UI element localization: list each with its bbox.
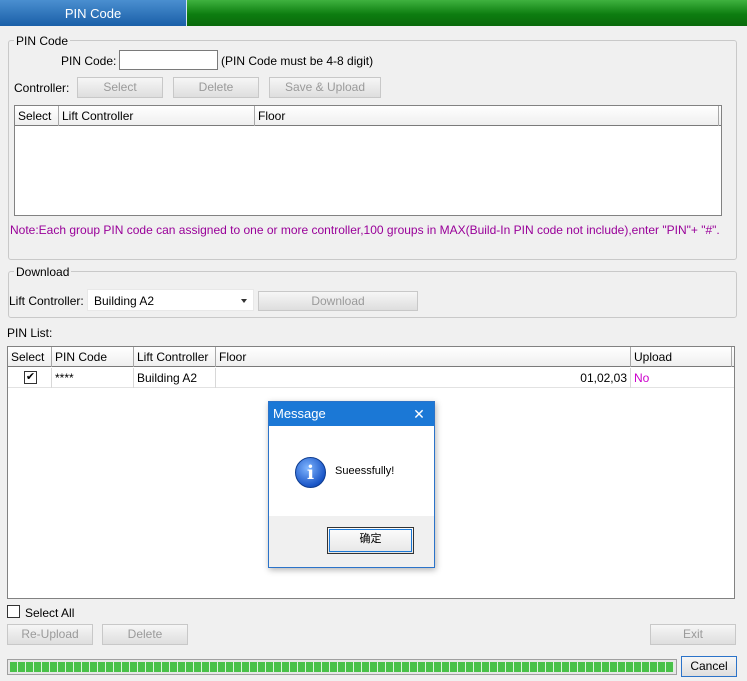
chevron-down-icon xyxy=(241,299,247,303)
lift-controller-select[interactable]: Building A2 xyxy=(87,289,254,311)
progress-bar xyxy=(7,659,677,675)
pin-list-label: PIN List: xyxy=(7,326,53,340)
row-select-cell: ✔ xyxy=(8,368,52,388)
pin-code-input[interactable] xyxy=(119,50,218,70)
exit-button[interactable]: Exit xyxy=(650,624,736,645)
download-button[interactable]: Download xyxy=(258,291,418,311)
column-header-floor[interactable]: Floor xyxy=(216,347,631,367)
tab-pin-code[interactable]: PIN Code xyxy=(0,0,187,26)
table-row[interactable]: ✔ **** Building A2 01,02,03 No xyxy=(8,368,734,388)
pin-code-group-title: PIN Code xyxy=(14,34,71,48)
dialog-message: Sueessfully! xyxy=(335,465,395,477)
controller-table-header: Select Lift Controller Floor xyxy=(15,106,721,126)
row-pin-code: **** xyxy=(52,368,134,388)
column-header-lift-controller[interactable]: Lift Controller xyxy=(134,347,216,367)
column-header-select[interactable]: Select xyxy=(15,106,59,126)
column-header-pin-code[interactable]: PIN Code xyxy=(52,347,134,367)
cancel-button[interactable]: Cancel xyxy=(681,656,737,677)
lift-controller-label: Lift Controller: xyxy=(9,294,84,308)
save-upload-button[interactable]: Save & Upload xyxy=(269,77,381,98)
re-upload-button[interactable]: Re-Upload xyxy=(7,624,93,645)
pin-code-hint: (PIN Code must be 4-8 digit) xyxy=(221,54,374,68)
controller-table[interactable]: Select Lift Controller Floor xyxy=(14,105,722,216)
progress-fill xyxy=(10,662,674,672)
column-header-floor[interactable]: Floor xyxy=(255,106,719,126)
message-dialog: Message ✕ i Sueessfully! 确定 xyxy=(268,401,435,568)
delete-button[interactable]: Delete xyxy=(173,77,259,98)
controller-label: Controller: xyxy=(14,81,70,95)
column-header-lift-controller[interactable]: Lift Controller xyxy=(59,106,255,126)
footer-delete-button[interactable]: Delete xyxy=(102,624,188,645)
row-checkbox[interactable]: ✔ xyxy=(24,371,37,384)
row-upload-status: No xyxy=(634,371,650,385)
row-floor: 01,02,03 xyxy=(216,368,631,388)
lift-controller-value: Building A2 xyxy=(94,294,155,308)
download-group-title: Download xyxy=(14,265,72,279)
column-header-select[interactable]: Select xyxy=(8,347,52,367)
column-header-upload[interactable]: Upload xyxy=(631,347,732,367)
pin-list-header: Select PIN Code Lift Controller Floor Up… xyxy=(8,347,734,367)
select-button[interactable]: Select xyxy=(77,77,163,98)
close-icon[interactable]: ✕ xyxy=(404,402,434,426)
ok-button[interactable]: 确定 xyxy=(327,527,414,554)
row-lift-controller: Building A2 xyxy=(134,368,216,388)
info-icon: i xyxy=(295,457,326,488)
select-all-label[interactable]: Select All xyxy=(25,606,74,620)
pin-code-note: Note:Each group PIN code can assigned to… xyxy=(10,223,720,237)
select-all-checkbox[interactable] xyxy=(7,605,20,618)
pin-code-label: PIN Code: xyxy=(61,54,117,68)
